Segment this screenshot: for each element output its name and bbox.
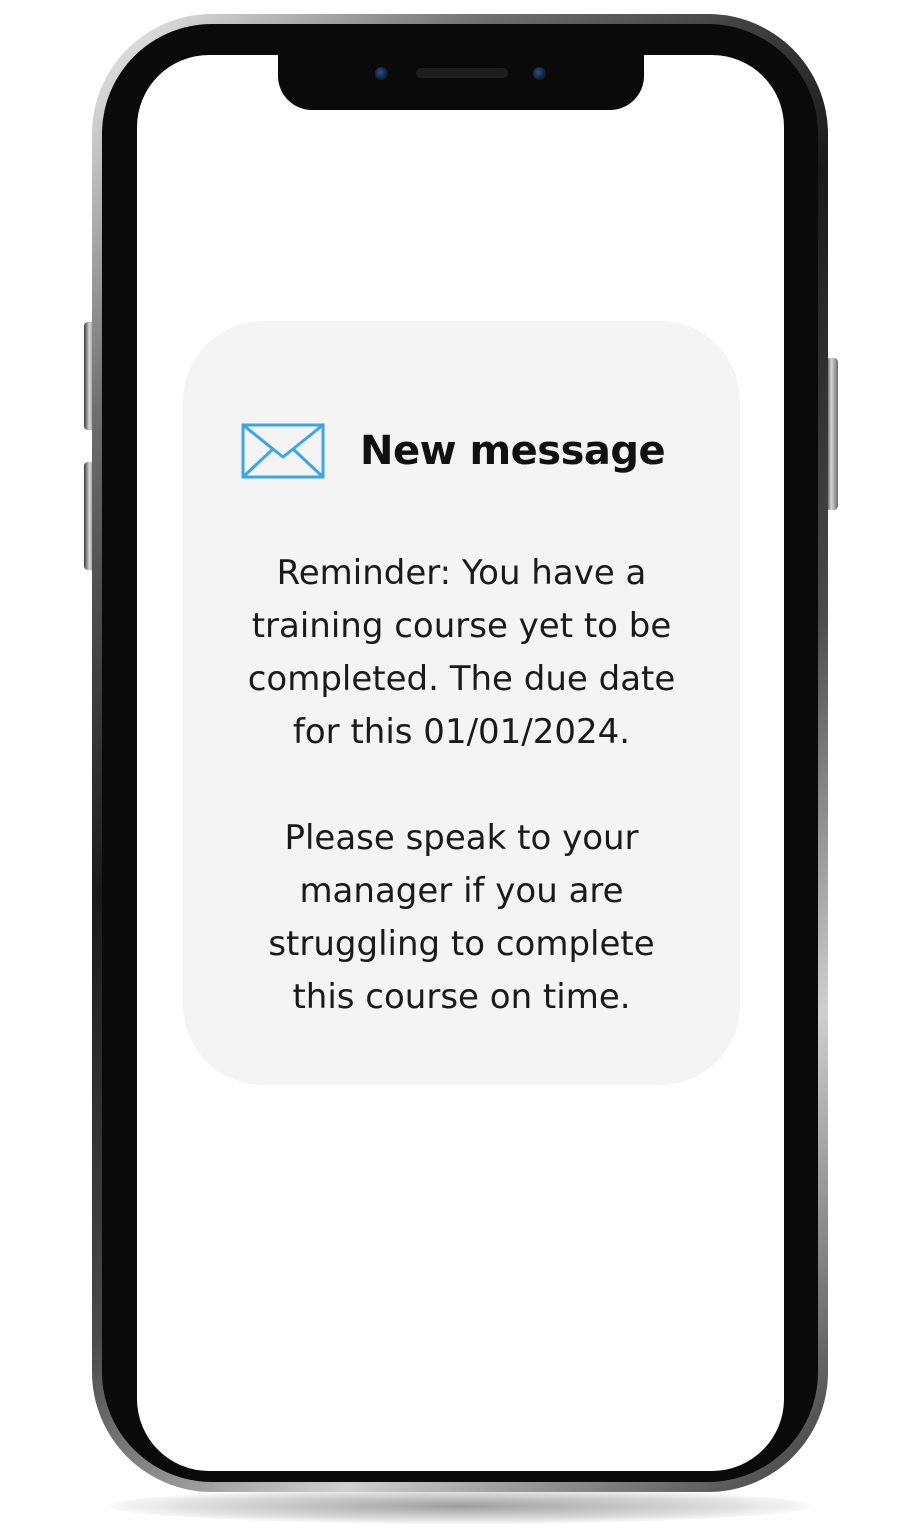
phone-notch [278, 46, 644, 110]
earpiece-speaker [416, 68, 508, 78]
advice-paragraph: Please speak to your manager if you are … [211, 812, 712, 1024]
body-line: manager if you are [299, 871, 624, 911]
body-line: Reminder: You have a [276, 553, 647, 593]
camera-lens-icon [375, 67, 388, 80]
notification-title: New message [360, 428, 666, 474]
device-shadow [110, 1488, 810, 1524]
envelope-icon [241, 423, 325, 479]
body-line: this course on time. [292, 977, 631, 1017]
sensor-icon [533, 67, 546, 80]
notification-header: New message [241, 421, 701, 483]
body-line: for this 01/01/2024. [292, 712, 631, 752]
message-notification-card[interactable]: New message Reminder: You have a trainin… [183, 321, 740, 1085]
body-line: struggling to complete [268, 924, 655, 964]
body-line: Please speak to your [284, 818, 639, 858]
notification-body: Reminder: You have a training course yet… [211, 547, 712, 1024]
body-line: completed. The due date [247, 659, 676, 699]
reminder-paragraph: Reminder: You have a training course yet… [211, 547, 712, 759]
body-line: training course yet to be [251, 606, 672, 646]
